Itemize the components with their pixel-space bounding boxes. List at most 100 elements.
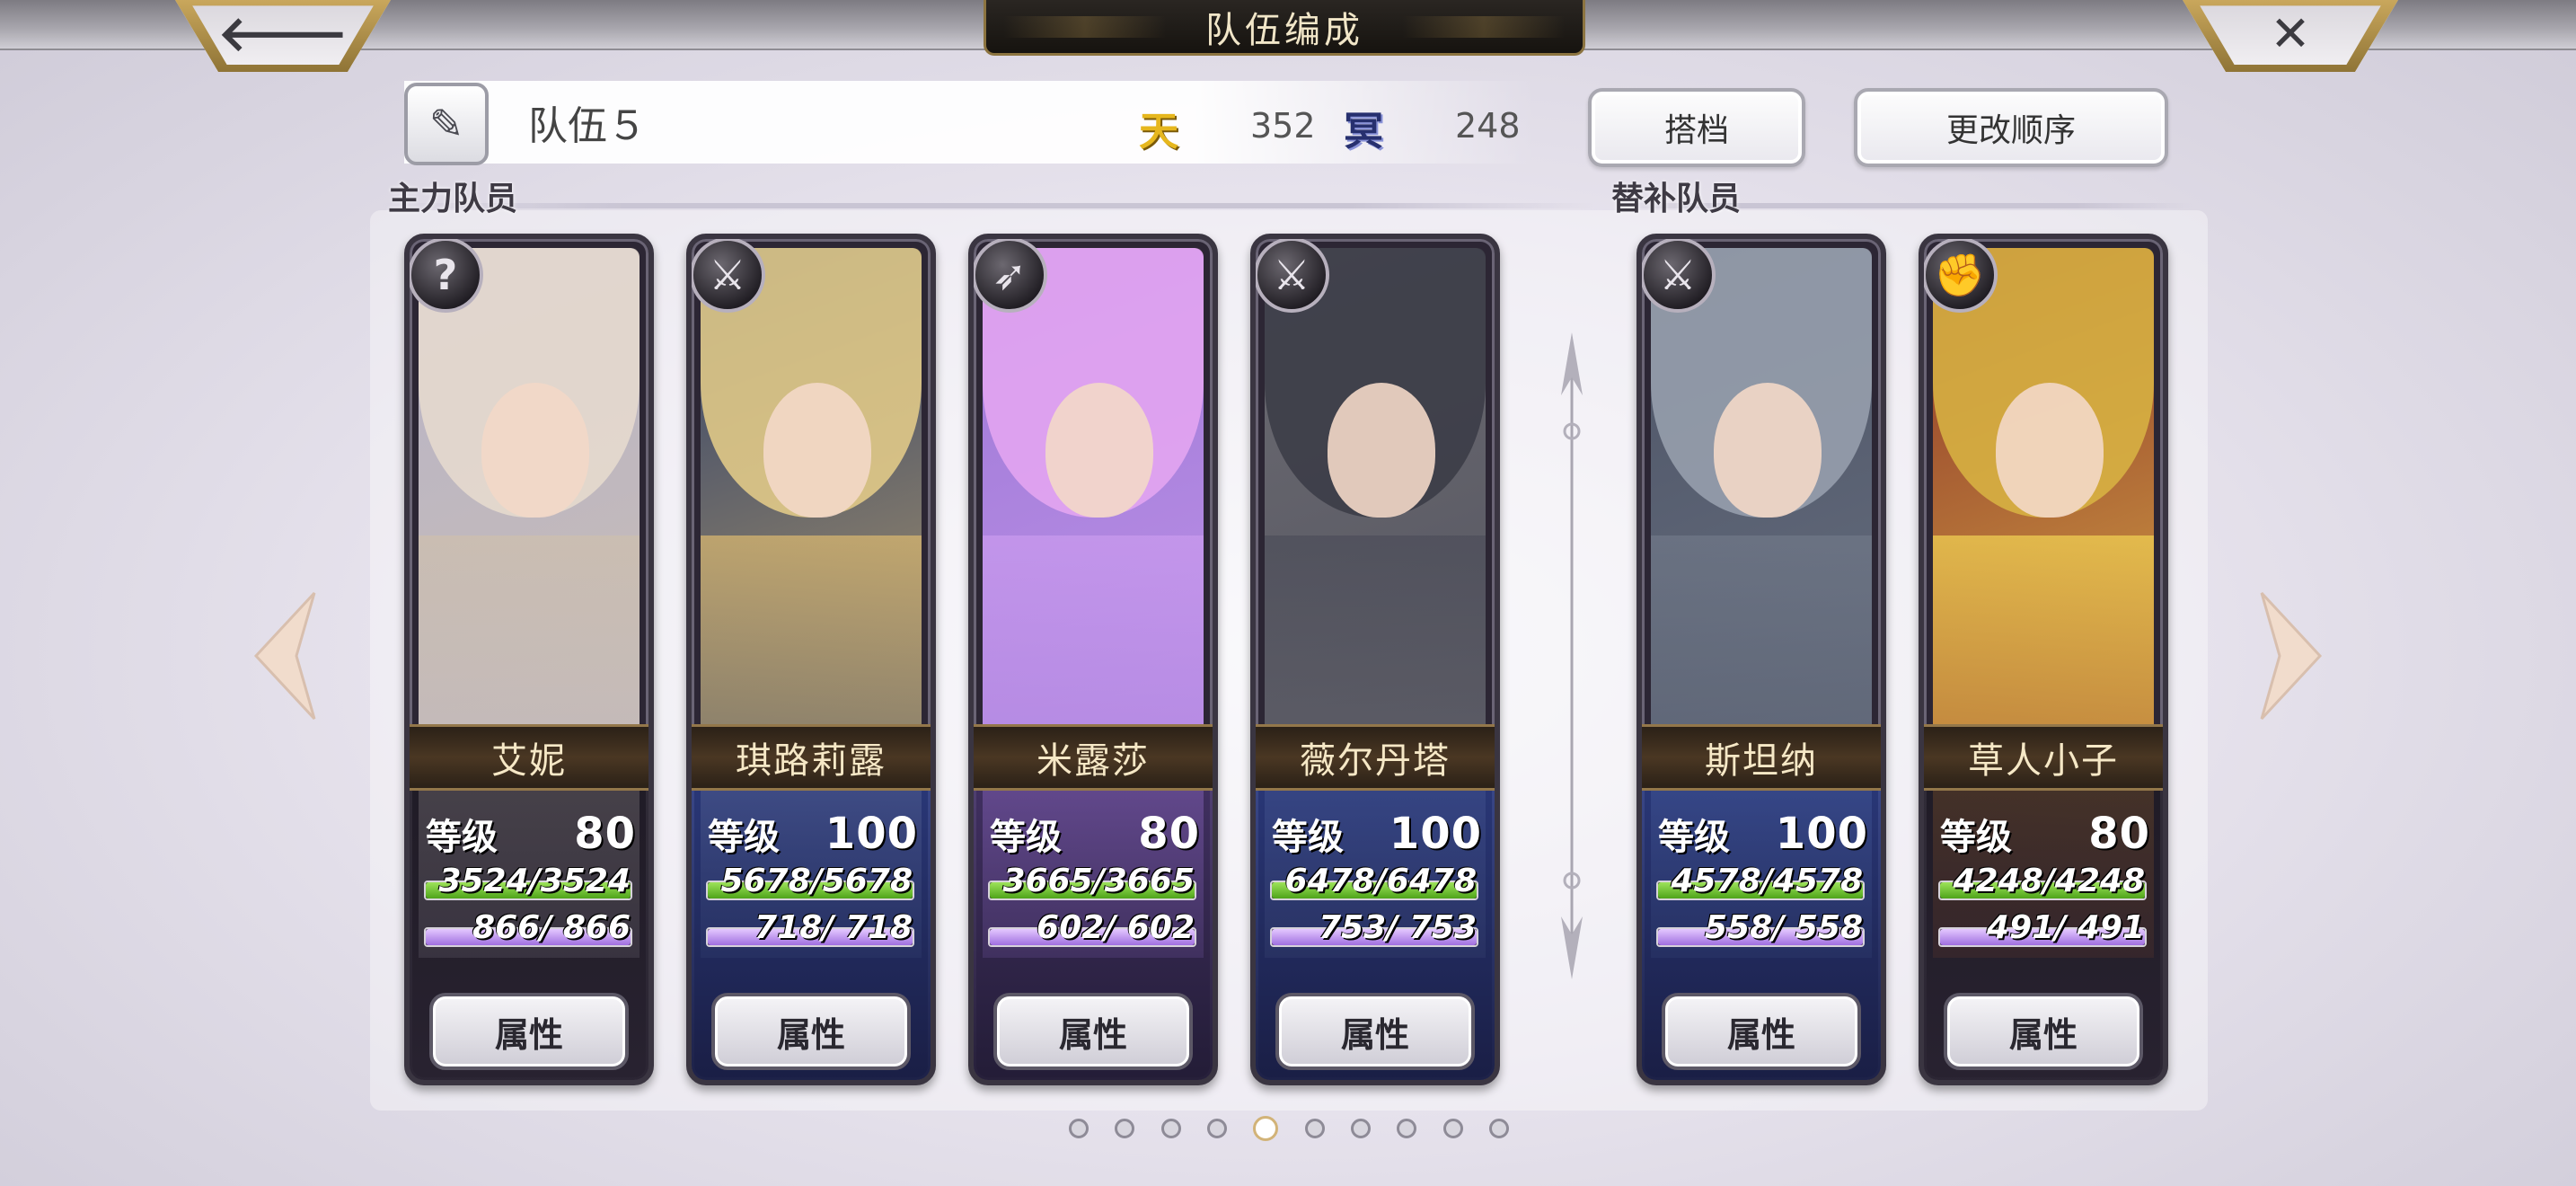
level-row: 等级 100 xyxy=(708,807,918,861)
page-indicator xyxy=(1069,1116,1509,1141)
mp-bar: 602/ 602 xyxy=(988,909,1196,951)
hp-value: 5678/5678 xyxy=(720,863,913,899)
hp-value: 4248/4248 xyxy=(1953,863,2145,899)
portrait-face xyxy=(1996,383,2104,518)
hp-value: 4578/4578 xyxy=(1671,863,1863,899)
prev-page-arrow-icon[interactable] xyxy=(251,589,323,723)
hp-value: 3524/3524 xyxy=(438,863,631,899)
sword-icon: ⚔ xyxy=(692,239,765,313)
level-value: 80 xyxy=(2088,809,2150,859)
spear-icon: ➶ xyxy=(974,239,1047,313)
member-card[interactable]: ⚔ 薇尔丹塔 等级 100 6478/6478 753/ 753 属性 xyxy=(1250,234,1500,1085)
mp-bar: 753/ 753 xyxy=(1270,909,1478,951)
hp-bar: 3524/3524 xyxy=(424,863,632,904)
mp-value: 718/ 718 xyxy=(754,909,913,946)
character-stats: 等级 80 3665/3665 602/ 602 属性 xyxy=(974,791,1213,1080)
main-members-label: 主力队员 xyxy=(388,180,518,217)
swap-arrows-icon xyxy=(1561,332,1583,979)
underworld-value: 248 xyxy=(1455,106,1521,146)
edit-team-name-button[interactable]: ✎ xyxy=(404,83,489,165)
level-label: 等级 xyxy=(990,817,1062,858)
level-row: 等级 80 xyxy=(990,807,1200,861)
portrait-face xyxy=(481,383,589,518)
character-name: 琪路莉露 xyxy=(692,724,931,791)
mp-bar: 558/ 558 xyxy=(1656,909,1865,951)
portrait-face xyxy=(1328,383,1435,518)
page-title: 队伍编成 xyxy=(984,0,1585,56)
page-dot[interactable] xyxy=(1160,1119,1181,1138)
page-dot[interactable] xyxy=(1488,1119,1509,1138)
underworld-icon: 冥 xyxy=(1344,109,1383,155)
character-stats: 等级 100 6478/6478 753/ 753 属性 xyxy=(1256,791,1495,1080)
level-value: 100 xyxy=(825,809,918,859)
sky-value: 352 xyxy=(1250,106,1316,146)
pen-icon: ✎ xyxy=(428,100,464,148)
level-label: 等级 xyxy=(426,817,498,858)
member-card[interactable]: ➶ 米露莎 等级 80 3665/3665 602/ 602 属性 xyxy=(968,234,1218,1085)
mp-value: 753/ 753 xyxy=(1319,909,1477,946)
arrow-left-icon: 🡐 xyxy=(217,4,348,62)
sub-members-label: 替补队员 xyxy=(1611,180,1742,217)
character-stats: 等级 80 4248/4248 491/ 491 属性 xyxy=(1924,791,2163,1080)
character-name: 米露莎 xyxy=(974,724,1213,791)
close-icon: ✕ xyxy=(2270,4,2311,62)
page-dot[interactable] xyxy=(1350,1119,1371,1138)
portrait-face xyxy=(1714,383,1822,518)
level-label: 等级 xyxy=(1272,817,1344,858)
sky-icon: 天 xyxy=(1139,109,1178,155)
attributes-button[interactable]: 属性 xyxy=(711,993,911,1070)
portrait-face xyxy=(1045,383,1153,518)
level-value: 100 xyxy=(1775,809,1868,859)
mp-value: 866/ 866 xyxy=(472,909,631,946)
character-name: 艾妮 xyxy=(410,724,648,791)
level-label: 等级 xyxy=(1940,817,2012,858)
hp-bar: 4578/4578 xyxy=(1656,863,1865,904)
level-value: 80 xyxy=(1138,809,1200,859)
level-row: 等级 80 xyxy=(1940,807,2150,861)
member-card[interactable]: ? 艾妮 等级 80 3524/3524 866/ 866 属性 xyxy=(404,234,654,1085)
sword-icon: ⚔ xyxy=(1642,239,1716,313)
page-dot[interactable] xyxy=(1304,1119,1325,1138)
fist-icon: ✊ xyxy=(1924,239,1998,313)
character-stats: 等级 80 3524/3524 866/ 866 属性 xyxy=(410,791,648,1080)
level-row: 等级 100 xyxy=(1658,807,1868,861)
back-button[interactable]: 🡐 xyxy=(175,0,391,72)
mp-bar: 718/ 718 xyxy=(706,909,914,951)
next-page-arrow-icon[interactable] xyxy=(2253,589,2325,723)
character-stats: 等级 100 4578/4578 558/ 558 属性 xyxy=(1642,791,1881,1080)
member-card[interactable]: ✊ 草人小子 等级 80 4248/4248 491/ 491 属性 xyxy=(1919,234,2168,1085)
hp-bar: 3665/3665 xyxy=(988,863,1196,904)
level-label: 等级 xyxy=(1658,817,1730,858)
page-dot[interactable] xyxy=(1206,1119,1227,1138)
attributes-button[interactable]: 属性 xyxy=(429,993,629,1070)
main-section-divider xyxy=(382,203,1594,208)
level-value: 100 xyxy=(1389,809,1482,859)
sword-icon: ⚔ xyxy=(1256,239,1329,313)
member-card[interactable]: ⚔ 琪路莉露 等级 100 5678/5678 718/ 718 属性 xyxy=(686,234,936,1085)
hp-value: 3665/3665 xyxy=(1002,863,1195,899)
mp-value: 602/ 602 xyxy=(1037,909,1195,946)
level-row: 等级 100 xyxy=(1272,807,1482,861)
page-dot[interactable] xyxy=(1069,1119,1089,1138)
change-order-button[interactable]: 更改顺序 xyxy=(1854,88,2168,167)
page-dot-active[interactable] xyxy=(1253,1116,1279,1141)
attributes-button[interactable]: 属性 xyxy=(993,993,1193,1070)
attributes-button[interactable]: 属性 xyxy=(1662,993,1861,1070)
mp-bar: 491/ 491 xyxy=(1938,909,2147,951)
hp-value: 6478/6478 xyxy=(1284,863,1477,899)
page-dot[interactable] xyxy=(1397,1119,1417,1138)
attributes-button[interactable]: 属性 xyxy=(1944,993,2143,1070)
level-value: 80 xyxy=(574,809,636,859)
character-name: 草人小子 xyxy=(1924,724,2163,791)
hp-bar: 4248/4248 xyxy=(1938,863,2147,904)
attributes-button[interactable]: 属性 xyxy=(1275,993,1475,1070)
question-icon: ? xyxy=(410,239,483,313)
mp-bar: 866/ 866 xyxy=(424,909,632,951)
portrait-face xyxy=(763,383,871,518)
member-card[interactable]: ⚔ 斯坦纳 等级 100 4578/4578 558/ 558 属性 xyxy=(1636,234,1886,1085)
close-button[interactable]: ✕ xyxy=(2183,0,2398,72)
partner-button[interactable]: 搭档 xyxy=(1588,88,1805,167)
hp-bar: 6478/6478 xyxy=(1270,863,1478,904)
page-dot[interactable] xyxy=(1115,1119,1135,1138)
page-dot[interactable] xyxy=(1442,1119,1463,1138)
